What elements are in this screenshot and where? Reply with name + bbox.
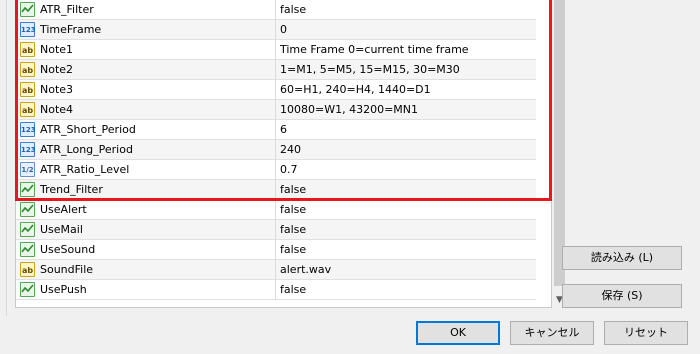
- table-row[interactable]: ATR_Filter false: [16, 0, 536, 20]
- param-name-cell[interactable]: ab Note3: [16, 80, 276, 100]
- param-value-cell[interactable]: 10080=W1, 43200=MN1: [277, 100, 536, 120]
- param-value[interactable]: Time Frame 0=current time frame: [280, 43, 469, 56]
- bool-icon: [20, 242, 35, 257]
- param-name: Note2: [40, 63, 74, 76]
- param-name: UsePush: [40, 283, 87, 296]
- param-value[interactable]: 0: [280, 23, 287, 36]
- string-icon: ab: [20, 102, 35, 117]
- param-name-cell[interactable]: ab Note2: [16, 60, 276, 80]
- param-value-cell[interactable]: 60=H1, 240=H4, 1440=D1: [277, 80, 536, 100]
- bool-icon: [20, 2, 35, 17]
- param-name: UseSound: [40, 243, 96, 256]
- param-value-cell[interactable]: 0: [277, 20, 536, 40]
- param-value[interactable]: false: [280, 283, 306, 296]
- param-value[interactable]: 10080=W1, 43200=MN1: [280, 103, 418, 116]
- table-row[interactable]: UseMail false: [16, 220, 536, 240]
- left-border: [0, 0, 7, 320]
- param-name: ATR_Ratio_Level: [40, 163, 130, 176]
- table-row[interactable]: 123 TimeFrame 0: [16, 20, 536, 40]
- param-name-cell[interactable]: 123 ATR_Short_Period: [16, 120, 276, 140]
- param-value-cell[interactable]: Time Frame 0=current time frame: [277, 40, 536, 60]
- param-value-cell[interactable]: false: [277, 280, 536, 300]
- double-icon: 1/2: [20, 162, 35, 177]
- param-value[interactable]: 60=H1, 240=H4, 1440=D1: [280, 83, 431, 96]
- param-value-cell[interactable]: alert.wav: [277, 260, 536, 280]
- table-row[interactable]: UseSound false: [16, 240, 536, 260]
- param-name: Note3: [40, 83, 74, 96]
- param-name-cell[interactable]: ATR_Filter: [16, 0, 276, 20]
- save-button[interactable]: 保存 (S): [562, 284, 682, 308]
- param-name-cell[interactable]: ab SoundFile: [16, 260, 276, 280]
- param-value-cell[interactable]: false: [277, 240, 536, 260]
- param-value[interactable]: 240: [280, 143, 301, 156]
- param-value[interactable]: alert.wav: [280, 263, 331, 276]
- param-value[interactable]: false: [280, 203, 306, 216]
- table-row[interactable]: UsePush false: [16, 280, 536, 300]
- param-name-cell[interactable]: 1/2 ATR_Ratio_Level: [16, 160, 276, 180]
- string-icon: ab: [20, 42, 35, 57]
- param-value-cell[interactable]: 0.7: [277, 160, 536, 180]
- string-icon: ab: [20, 262, 35, 277]
- int-icon: 123: [20, 22, 36, 37]
- table-row[interactable]: ab Note2 1=M1, 5=M5, 15=M15, 30=M30: [16, 60, 536, 80]
- bool-icon: [20, 202, 35, 217]
- parameters-grid: ATR_Filter false 123 TimeFrame 0 ab Note1 Time …: [15, 0, 567, 308]
- bool-icon: [20, 222, 35, 237]
- param-value[interactable]: false: [280, 183, 306, 196]
- bool-icon: [20, 282, 35, 297]
- param-name-cell[interactable]: UseMail: [16, 220, 276, 240]
- param-value-cell[interactable]: 6: [277, 120, 536, 140]
- param-name: ATR_Long_Period: [40, 143, 133, 156]
- table-row[interactable]: Trend_Filter false: [16, 180, 536, 200]
- param-name-cell[interactable]: Trend_Filter: [16, 180, 276, 200]
- param-name-cell[interactable]: UseAlert: [16, 200, 276, 220]
- param-value[interactable]: false: [280, 243, 306, 256]
- string-icon: ab: [20, 62, 35, 77]
- scrollbar-thumb[interactable]: [554, 0, 565, 286]
- table-row[interactable]: 123 ATR_Short_Period 6: [16, 120, 536, 140]
- param-name-cell[interactable]: UsePush: [16, 280, 276, 300]
- param-value-cell[interactable]: 1=M1, 5=M5, 15=M15, 30=M30: [277, 60, 536, 80]
- table-row[interactable]: ab Note4 10080=W1, 43200=MN1: [16, 100, 536, 120]
- table-row[interactable]: ab Note3 60=H1, 240=H4, 1440=D1: [16, 80, 536, 100]
- param-name: ATR_Filter: [40, 3, 94, 16]
- string-icon: ab: [20, 82, 35, 97]
- table-row[interactable]: 1/2 ATR_Ratio_Level 0.7: [16, 160, 536, 180]
- param-name: Note4: [40, 103, 74, 116]
- param-name: ATR_Short_Period: [40, 123, 136, 136]
- table-row[interactable]: ab Note1 Time Frame 0=current time frame: [16, 40, 536, 60]
- param-name-cell[interactable]: 123 TimeFrame: [16, 20, 276, 40]
- param-value[interactable]: 6: [280, 123, 287, 136]
- param-name-cell[interactable]: ab Note4: [16, 100, 276, 120]
- reset-button[interactable]: リセット: [604, 321, 688, 345]
- param-value-cell[interactable]: false: [277, 220, 536, 240]
- param-value-cell[interactable]: false: [277, 180, 536, 200]
- param-name: UseAlert: [40, 203, 87, 216]
- table-row[interactable]: ab SoundFile alert.wav: [16, 260, 536, 280]
- param-name-cell[interactable]: 123 ATR_Long_Period: [16, 140, 276, 160]
- ok-button[interactable]: OK: [416, 321, 500, 345]
- load-button[interactable]: 読み込み (L): [562, 246, 682, 270]
- param-name: Note1: [40, 43, 74, 56]
- int-icon: 123: [20, 142, 36, 157]
- param-name: UseMail: [40, 223, 83, 236]
- cancel-button[interactable]: キャンセル: [510, 321, 594, 345]
- param-value-cell[interactable]: false: [277, 200, 536, 220]
- param-value[interactable]: 1=M1, 5=M5, 15=M15, 30=M30: [280, 63, 460, 76]
- param-value[interactable]: 0.7: [280, 163, 298, 176]
- param-value[interactable]: false: [280, 223, 306, 236]
- param-name: SoundFile: [40, 263, 94, 276]
- param-name: Trend_Filter: [40, 183, 103, 196]
- param-value-cell[interactable]: false: [277, 0, 536, 20]
- param-value[interactable]: false: [280, 3, 306, 16]
- param-name-cell[interactable]: ab Note1: [16, 40, 276, 60]
- bottom-button-bar: OK キャンセル リセット: [0, 316, 700, 354]
- int-icon: 123: [20, 122, 36, 137]
- bool-icon: [20, 182, 35, 197]
- param-name: TimeFrame: [40, 23, 102, 36]
- param-name-cell[interactable]: UseSound: [16, 240, 276, 260]
- table-row[interactable]: 123 ATR_Long_Period 240: [16, 140, 536, 160]
- table-row[interactable]: UseAlert false: [16, 200, 536, 220]
- param-value-cell[interactable]: 240: [277, 140, 536, 160]
